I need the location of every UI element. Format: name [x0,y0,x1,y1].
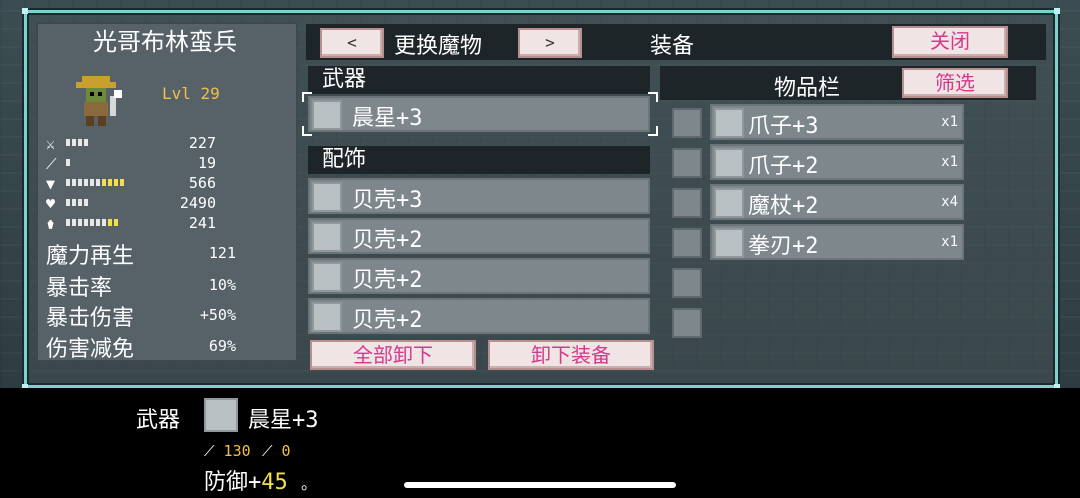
tooltip-magic: ⟋ 0 [262,442,291,460]
item-name: 爪子+2 [748,154,819,179]
wand-filter-icon[interactable] [672,228,702,258]
stat-row: ⟋ 19 [46,154,286,173]
stat-row: ▼ 566 [46,174,286,193]
stat-bar [66,159,70,166]
stat-mana-regen: 魔力再生 121 [46,238,246,269]
tooltip-slot-label: 武器 [136,408,181,433]
weapon-slot[interactable]: 晨星+3 [308,96,650,132]
stat-row: ♥ 2490 [46,194,286,213]
stat-value: 19 [197,154,216,172]
stat-damage-reduction: 伤害减免 69% [46,331,246,362]
next-monster-button[interactable]: > [518,28,582,58]
home-indicator[interactable] [404,482,676,488]
unequip-all-button[interactable]: 全部卸下 [310,340,476,370]
stat-row: ⚱ 241 [46,214,286,233]
claw-filter-icon[interactable] [672,308,702,338]
character-level: Lvl 29 [162,84,220,103]
morningstar-icon [204,398,238,432]
tooltip-defense: 防御+45 。 [204,464,317,496]
item-quantity: x1 [941,154,958,170]
tooltip-item-name: 晨星+3 [248,408,319,433]
heart-icon: ♥ [46,195,56,213]
stat-label: 伤害减免 [46,337,135,362]
stat-value: +50% [199,306,236,324]
item-quantity: x1 [941,234,958,250]
equipment-title: 装备 [650,34,695,59]
item-name: 拳刃+2 [748,234,819,259]
tooltip-dot: 。 [301,474,318,493]
stat-value: 69% [208,337,236,355]
inventory-item[interactable]: 爪子+3 x1 [710,104,964,140]
filter-button[interactable]: 筛选 [902,68,1008,98]
item-quantity: x1 [941,114,958,130]
prev-monster-button[interactable]: < [320,28,384,58]
stat-value: 2490 [179,194,216,212]
fist-blade-icon [714,228,744,258]
inventory-item[interactable]: 拳刃+2 x1 [710,224,964,260]
stat-value: 121 [208,244,236,262]
accessory-slot[interactable]: 贝壳+2 [308,298,650,334]
tooltip-attack: ⟋ 130 [204,442,251,460]
claw-filter-icon[interactable] [672,148,702,178]
shell-icon [312,262,342,292]
sword-icon: ⟋ [204,442,215,460]
inventory-item[interactable]: 爪子+2 x1 [710,144,964,180]
accessory-section-header: 配饰 [308,146,650,174]
tooltip-magic-value: 0 [281,442,291,460]
stat-row: ⚔ 227 [46,134,286,153]
stat-value: 10% [208,276,236,294]
shield-icon: ▼ [46,175,56,193]
change-monster-title: 更换魔物 [394,34,483,59]
item-name: 晨星+3 [352,106,423,131]
item-name: 魔杖+2 [748,194,819,219]
unequip-button[interactable]: 卸下装备 [488,340,654,370]
item-name: 贝壳+2 [352,228,423,253]
inventory-title: 物品栏 [774,76,841,101]
weapon-section-header: 武器 [308,66,650,94]
sword-icon: ⚔ [46,135,56,153]
morningstar-icon [312,100,342,130]
shell-icon [312,222,342,252]
item-quantity: x4 [941,194,958,210]
item-name: 爪子+3 [748,114,819,139]
accessory-slot[interactable]: 贝壳+3 [308,178,650,214]
stat-label: 暴击伤害 [46,306,135,331]
stat-bar [66,139,88,146]
potion-icon: ⚱ [46,215,56,233]
claw-icon [714,148,744,178]
accessory-slot[interactable]: 贝壳+2 [308,258,650,294]
wand-icon: ⟋ [46,155,57,173]
shell-icon [312,182,342,212]
item-name: 贝壳+2 [352,268,423,293]
stat-value: 227 [188,134,216,152]
item-name: 贝壳+2 [352,308,423,333]
claw-icon [714,108,744,138]
stat-value: 566 [188,174,216,192]
wand-icon: ⟋ [262,442,273,460]
accessory-slot[interactable]: 贝壳+2 [308,218,650,254]
stat-crit-rate: 暴击率 10% [46,270,246,301]
goblin-avatar-icon [76,76,122,126]
claw-filter-icon[interactable] [672,268,702,298]
character-name: 光哥布林蛮兵 [93,28,237,56]
defense-value: 45 [261,470,288,495]
stat-value: 241 [188,214,216,232]
stat-label: 暴击率 [46,276,113,301]
item-name: 贝壳+3 [352,188,423,213]
gauntlet-filter-icon[interactable] [672,188,702,218]
close-button[interactable]: 关闭 [892,26,1008,58]
tooltip-attack-value: 130 [223,442,251,460]
wand-icon [714,188,744,218]
inventory-item[interactable]: 魔杖+2 x4 [710,184,964,220]
stat-crit-damage: 暴击伤害 +50% [46,300,246,331]
stat-label: 魔力再生 [46,244,135,269]
stat-bar [66,199,88,206]
shell-icon [312,302,342,332]
defense-label: 防御+ [204,470,262,495]
gauntlet-filter-icon[interactable] [672,108,702,138]
